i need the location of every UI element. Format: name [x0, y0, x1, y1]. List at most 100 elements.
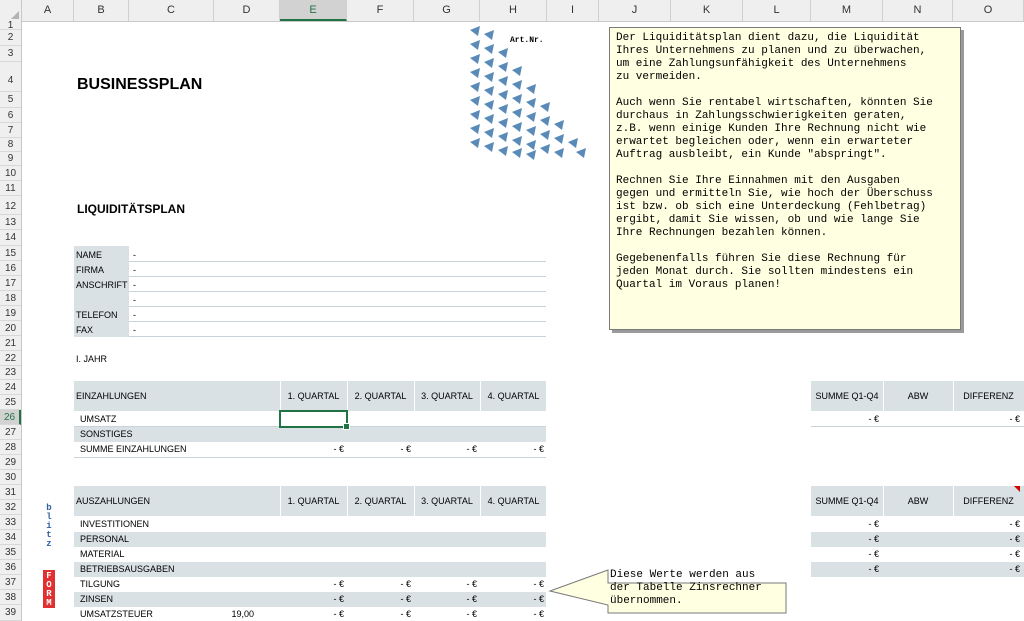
divider — [129, 291, 546, 292]
select-all-corner[interactable] — [0, 0, 22, 21]
row-header[interactable]: 6 — [0, 108, 21, 123]
quarter-header: 4. QUARTAL — [487, 496, 540, 506]
row-header[interactable]: 21 — [0, 336, 21, 351]
cell-value[interactable]: - € — [414, 592, 477, 606]
column-header-d[interactable]: D — [214, 0, 280, 21]
row-header[interactable]: 27 — [0, 425, 21, 440]
row-header[interactable]: 4 — [0, 62, 21, 92]
row-header[interactable]: 11 — [0, 181, 21, 196]
column-header-l[interactable]: L — [743, 0, 811, 21]
contact-value-telefon[interactable]: - — [133, 308, 136, 322]
summary-value[interactable]: - € — [953, 532, 1020, 546]
column-header-g[interactable]: G — [414, 0, 480, 21]
cell-value[interactable]: - € — [280, 577, 344, 591]
column-header-c[interactable]: C — [129, 0, 214, 21]
row-header[interactable]: 12 — [0, 196, 21, 215]
row-header[interactable]: 35 — [0, 545, 21, 560]
comment-note-liquiditaet[interactable]: Der Liquiditätsplan dient dazu, die Liqu… — [609, 27, 961, 330]
row-header[interactable]: 38 — [0, 590, 21, 605]
selected-cell-e26[interactable] — [279, 410, 350, 430]
column-header-m[interactable]: M — [811, 0, 883, 21]
summary-value[interactable]: - € — [811, 412, 879, 426]
column-header-n[interactable]: N — [883, 0, 953, 21]
row-header[interactable]: 33 — [0, 515, 21, 530]
column-header-e[interactable]: E — [280, 0, 347, 21]
column-header-j[interactable]: J — [599, 0, 671, 21]
row-header[interactable]: 25 — [0, 395, 21, 410]
summary-value[interactable]: - € — [811, 547, 879, 561]
row-header[interactable]: 10 — [0, 166, 21, 181]
contact-value-name[interactable]: - — [133, 248, 136, 262]
summary-value[interactable]: - € — [811, 517, 879, 531]
cell-value[interactable]: - € — [414, 577, 477, 591]
summary-value[interactable]: - € — [811, 562, 879, 576]
cell-value[interactable]: - € — [414, 442, 477, 456]
column-header-f[interactable]: F — [347, 0, 414, 21]
year-label: I. JAHR — [76, 354, 108, 364]
contact-value-anschrift2[interactable]: - — [133, 293, 136, 307]
summary-value[interactable]: - € — [953, 412, 1020, 426]
column-header-i[interactable]: I — [547, 0, 599, 21]
row-label-investitionen: INVESTITIONEN — [80, 519, 150, 529]
row-header[interactable]: 5 — [0, 92, 21, 108]
summary-value[interactable]: - € — [953, 547, 1020, 561]
comment-indicator[interactable] — [1014, 486, 1020, 492]
contact-value-anschrift[interactable]: - — [133, 278, 136, 292]
row-header[interactable]: 32 — [0, 500, 21, 515]
row-header[interactable]: 14 — [0, 230, 21, 246]
row-header[interactable]: 8 — [0, 138, 21, 152]
row-header[interactable]: 39 — [0, 605, 21, 621]
cell-value[interactable]: - € — [347, 442, 411, 456]
row-header[interactable]: 13 — [0, 215, 21, 230]
summary-header-diff: DIFFERENZ — [963, 496, 1014, 506]
row-header[interactable]: 17 — [0, 276, 21, 291]
row-header[interactable]: 18 — [0, 291, 21, 306]
row-header[interactable]: 16 — [0, 261, 21, 276]
cell-value[interactable]: - € — [347, 592, 411, 606]
cell-value[interactable]: - € — [280, 442, 344, 456]
row-header[interactable]: 23 — [0, 366, 21, 380]
cell-value[interactable]: - € — [414, 607, 477, 621]
row-header[interactable]: 15 — [0, 246, 21, 261]
summary-value[interactable]: - € — [811, 532, 879, 546]
column-header-b[interactable]: B — [74, 0, 129, 21]
cell-value[interactable]: - € — [280, 607, 344, 621]
cell-value[interactable]: - € — [480, 592, 544, 606]
cell-value[interactable]: - € — [480, 442, 544, 456]
summary-value[interactable]: - € — [953, 517, 1020, 531]
row-header[interactable]: 1 — [0, 21, 21, 31]
row-label-tilgung: TILGUNG — [80, 579, 121, 589]
cell-value[interactable]: - € — [480, 577, 544, 591]
row-header[interactable]: 28 — [0, 440, 21, 455]
column-header-o[interactable]: O — [953, 0, 1024, 21]
tax-rate-value[interactable]: 19,00 — [214, 607, 254, 621]
row-header[interactable]: 22 — [0, 351, 21, 366]
row-header[interactable]: 2 — [0, 30, 21, 46]
contact-value-firma[interactable]: - — [133, 263, 136, 277]
comment-note-zinsrechner[interactable]: Diese Werte werden aus der Tabelle Zinsr… — [606, 566, 784, 618]
row-header[interactable]: 20 — [0, 321, 21, 336]
row-header[interactable]: 9 — [0, 152, 21, 166]
article-number-label: Art.Nr. — [510, 36, 544, 45]
cell-value[interactable]: - € — [480, 607, 544, 621]
row-header[interactable]: 34 — [0, 530, 21, 545]
row-header[interactable]: 30 — [0, 470, 21, 485]
row-header[interactable]: 3 — [0, 46, 21, 62]
summary-header-abw: ABW — [907, 496, 929, 506]
column-header-k[interactable]: K — [671, 0, 743, 21]
row-header[interactable]: 7 — [0, 123, 21, 138]
cell-value[interactable]: - € — [280, 592, 344, 606]
row-header[interactable]: 36 — [0, 560, 21, 575]
summary-value[interactable]: - € — [953, 562, 1020, 576]
column-header-a[interactable]: A — [22, 0, 74, 21]
row-header[interactable]: 31 — [0, 485, 21, 500]
contact-value-fax[interactable]: - — [133, 323, 136, 337]
row-header[interactable]: 19 — [0, 306, 21, 321]
cell-value[interactable]: - € — [347, 577, 411, 591]
row-header[interactable]: 26 — [0, 410, 21, 425]
row-header[interactable]: 29 — [0, 455, 21, 470]
row-header[interactable]: 24 — [0, 380, 21, 395]
cell-value[interactable]: - € — [347, 607, 411, 621]
row-header[interactable]: 37 — [0, 575, 21, 590]
column-header-h[interactable]: H — [480, 0, 547, 21]
